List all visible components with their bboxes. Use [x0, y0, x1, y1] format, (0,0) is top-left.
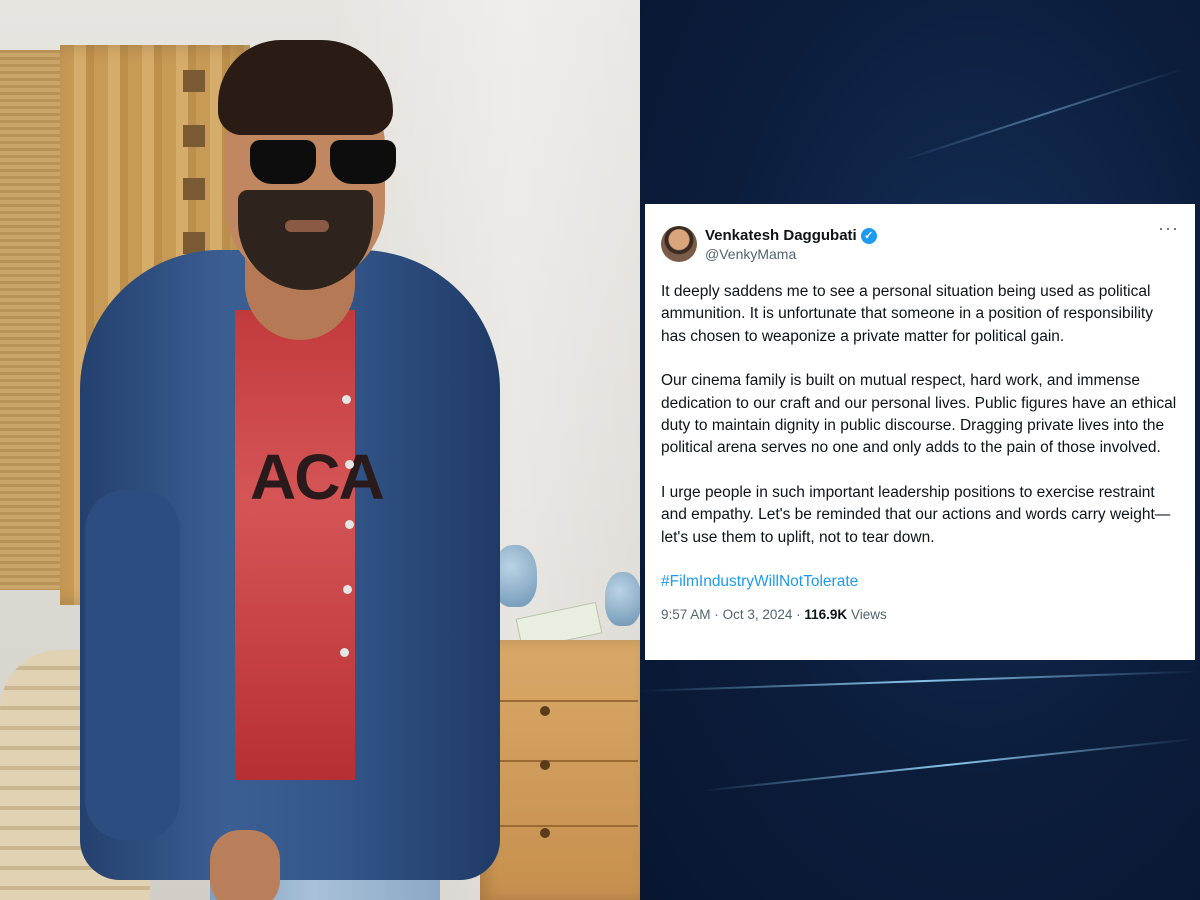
drawer-knob [540, 706, 550, 716]
tweet-paragraph: Our cinema family is built on mutual res… [661, 372, 1177, 457]
shirt-button [345, 520, 354, 529]
avatar[interactable] [661, 226, 697, 262]
tweet-card[interactable]: Venkatesh Daggubati ✓ @VenkyMama ··· It … [645, 204, 1195, 660]
sunglasses [250, 140, 400, 186]
sunglasses-lens [250, 140, 316, 184]
mouth [285, 220, 329, 232]
tweet-time[interactable]: 9:57 AM [661, 607, 711, 622]
drawer-knob [540, 828, 550, 838]
user-handle[interactable]: @VenkyMama [705, 246, 877, 262]
hair [218, 40, 393, 135]
red-tshirt [235, 310, 355, 780]
person-figure: ACA [60, 20, 500, 900]
sunglasses-lens [330, 140, 396, 184]
shirt-button [345, 460, 354, 469]
tweet-paragraph: I urge people in such important leadersh… [661, 483, 1171, 546]
hand [210, 830, 280, 900]
meta-separator: · [796, 607, 801, 623]
more-options-icon[interactable]: ··· [1158, 218, 1179, 239]
tweet-text: It deeply saddens me to see a personal s… [661, 281, 1179, 593]
shirt-button [342, 395, 351, 404]
dresser [480, 640, 640, 900]
views-label: Views [850, 607, 887, 623]
drawer-divider [488, 825, 638, 827]
drawer-divider [488, 700, 638, 702]
tweet-date[interactable]: Oct 3, 2024 [723, 607, 793, 622]
person-photo: ACA [0, 0, 640, 900]
drawer-knob [540, 760, 550, 770]
tweet-meta: 9:57 AM · Oct 3, 2024 · 116.9K Views [661, 607, 1179, 622]
tweet-paragraph: It deeply saddens me to see a personal s… [661, 283, 1153, 345]
display-name[interactable]: Venkatesh Daggubati [705, 227, 857, 244]
drawer-divider [488, 760, 638, 762]
verified-badge-icon: ✓ [860, 227, 877, 244]
tshirt-print: ACA [250, 441, 385, 513]
meta-separator: · [714, 607, 719, 623]
shirt-button [340, 648, 349, 657]
views-count: 116.9K [804, 607, 848, 623]
left-arm [85, 490, 180, 840]
tweet-header: Venkatesh Daggubati ✓ @VenkyMama ··· [661, 218, 1179, 266]
hashtag-link[interactable]: #FilmIndustryWillNotTolerate [661, 571, 1179, 593]
author-info[interactable]: Venkatesh Daggubati ✓ @VenkyMama [705, 227, 877, 262]
vase [605, 572, 640, 626]
shirt-button [343, 585, 352, 594]
